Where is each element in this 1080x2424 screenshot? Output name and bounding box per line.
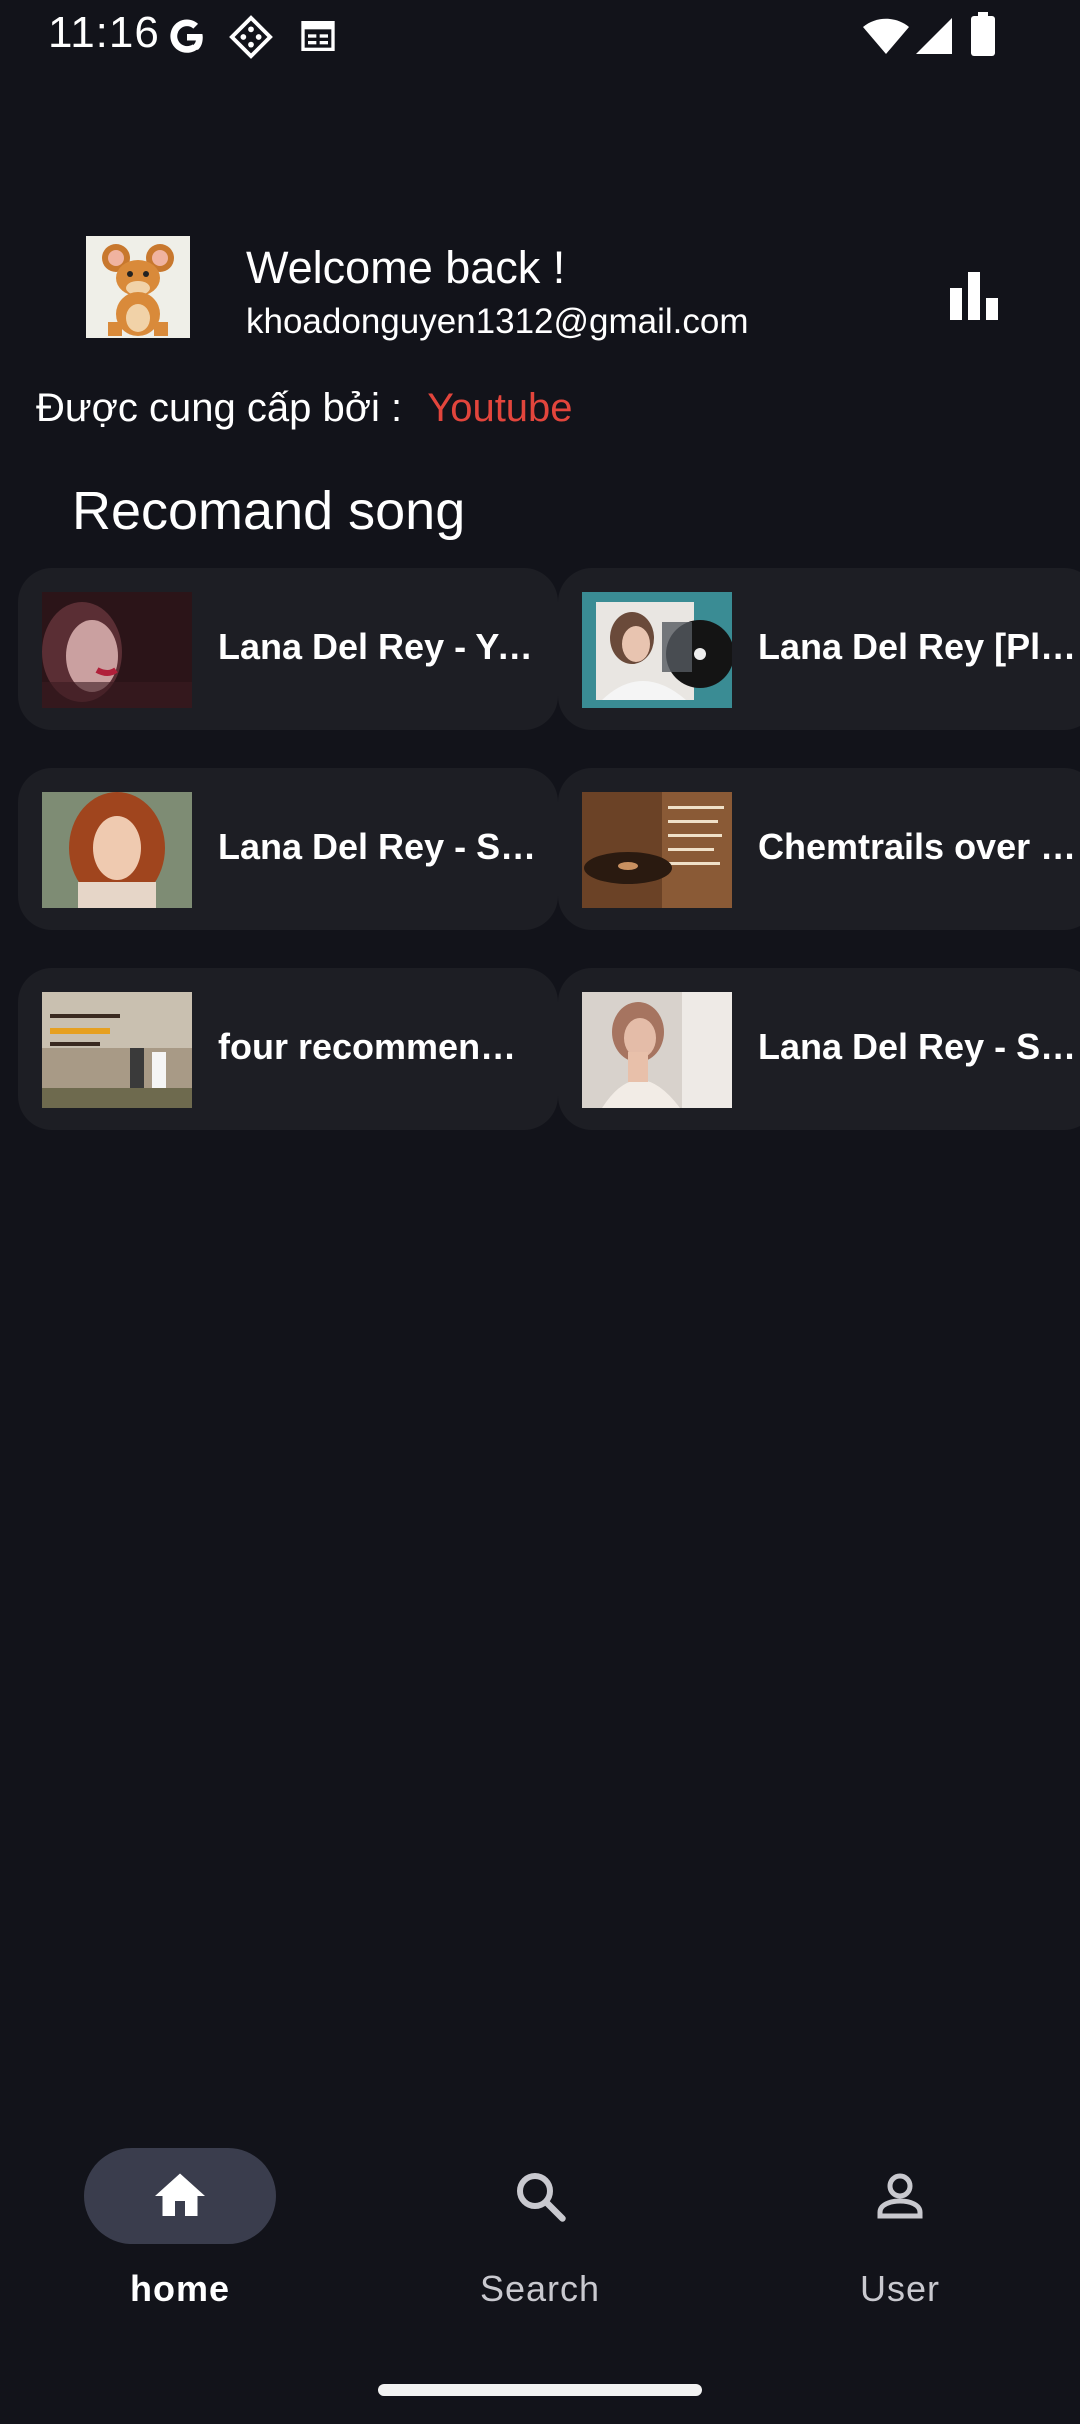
song-thumbnail <box>42 992 192 1108</box>
provider-line: Được cung cấp bởi : Youtube <box>36 386 573 431</box>
nav-label-search: Search <box>479 2268 601 2309</box>
section-title: Recomand song <box>72 481 466 541</box>
youtube-link[interactable]: Youtube <box>427 386 572 430</box>
song-card[interactable]: Chemtrails over t... <box>558 768 1080 930</box>
song-title: four recommende... <box>218 1026 538 1067</box>
song-title: Lana Del Rey - Sa... <box>758 1026 1078 1067</box>
nav-home[interactable]: home <box>60 2130 300 2330</box>
user-header: Welcome back ! khoadonguyen1312@gmail.co… <box>0 230 1080 350</box>
nav-search[interactable]: Search <box>420 2130 660 2330</box>
gesture-handle[interactable] <box>378 2384 702 2396</box>
song-title: Lana Del Rey - Yo... <box>218 626 538 667</box>
nav-user[interactable]: User <box>780 2130 1020 2330</box>
song-card[interactable]: Lana Del Rey - Su... <box>18 768 558 930</box>
game-icon <box>229 15 273 59</box>
song-card[interactable]: Lana Del Rey - Yo... <box>18 568 558 730</box>
home-icon <box>155 2173 205 2216</box>
welcome-text: Welcome back ! <box>246 242 566 293</box>
song-card[interactable]: four recommende... <box>18 968 558 1130</box>
user-email: khoadonguyen1312@gmail.com <box>246 302 749 341</box>
signal-icon <box>916 18 952 54</box>
google-g-icon <box>170 19 203 53</box>
song-thumbnail <box>42 592 192 708</box>
song-thumbnail <box>582 792 732 908</box>
wifi-icon <box>863 18 909 54</box>
status-bar: 11:16 <box>0 0 1080 70</box>
nav-label-user: User <box>859 2268 940 2309</box>
song-title: Lana Del Rey [Pla... <box>758 626 1078 667</box>
song-card[interactable]: Lana Del Rey [Pla... <box>558 568 1080 730</box>
battery-icon <box>971 12 995 56</box>
song-title: Chemtrails over t... <box>758 826 1078 867</box>
calendar-icon <box>301 21 335 51</box>
song-thumbnail <box>582 592 732 708</box>
song-thumbnail <box>42 792 192 908</box>
song-card[interactable]: Lana Del Rey - Sa... <box>558 968 1080 1130</box>
bar-chart-icon[interactable] <box>948 270 1000 322</box>
avatar[interactable] <box>86 236 190 338</box>
bottom-navigation: home Search User <box>0 2130 1080 2330</box>
avatar-jerry-icon <box>86 236 190 338</box>
song-title: Lana Del Rey - Su... <box>218 826 538 867</box>
provider-label: Được cung cấp bởi : <box>36 386 403 430</box>
user-icon <box>877 2173 923 2219</box>
status-time: 11:16 <box>48 8 160 57</box>
song-thumbnail <box>582 992 732 1108</box>
search-icon <box>517 2173 566 2222</box>
nav-label-home: home <box>129 2268 230 2309</box>
